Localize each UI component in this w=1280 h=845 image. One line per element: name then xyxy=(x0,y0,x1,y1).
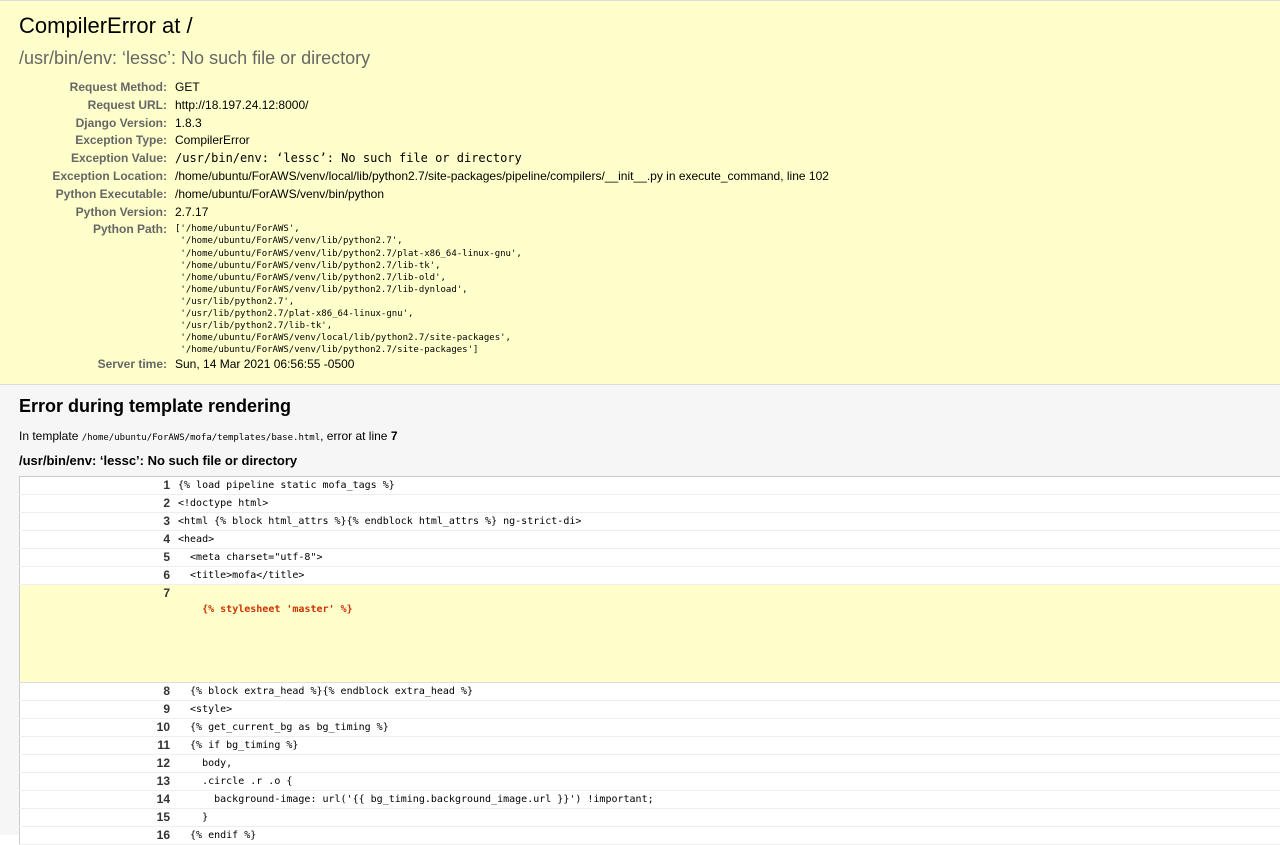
source-line: 13 .circle .r .o { xyxy=(20,773,1280,791)
line-number: 14 xyxy=(20,791,177,809)
line-number: 6 xyxy=(20,567,177,585)
line-code: <!doctype html> xyxy=(176,495,1280,513)
meta-row-exception-type: Exception Type: CompilerError xyxy=(19,132,829,150)
python-path-list: ['/home/ubuntu/ForAWS', '/home/ubuntu/Fo… xyxy=(175,223,829,356)
meta-label: Django Version: xyxy=(19,115,175,133)
line-code: background-image: url('{{ bg_timing.back… xyxy=(176,791,1280,809)
line-code: .circle .r .o { xyxy=(176,773,1280,791)
line-code: {% endif %} xyxy=(176,827,1280,845)
line-number: 10 xyxy=(20,719,177,737)
request-meta-table: Request Method: GET Request URL: http://… xyxy=(19,79,829,374)
meta-value: 2.7.17 xyxy=(175,204,829,222)
source-line: 9 <style> xyxy=(20,701,1280,719)
meta-value: Sun, 14 Mar 2021 06:56:55 -0500 xyxy=(175,356,829,374)
meta-row-exception-location: Exception Location: /home/ubuntu/ForAWS/… xyxy=(19,168,829,186)
line-number: 3 xyxy=(20,513,177,531)
meta-row-python-path: Python Path: ['/home/ubuntu/ForAWS', '/h… xyxy=(19,221,829,356)
line-code: body, xyxy=(176,755,1280,773)
line-number: 11 xyxy=(20,737,177,755)
source-line: 16 {% endif %} xyxy=(20,827,1280,845)
meta-value: 1.8.3 xyxy=(175,115,829,133)
line-code: {% stylesheet 'master' %} xyxy=(176,585,1280,683)
line-number: 1 xyxy=(20,477,177,495)
line-code: } xyxy=(176,809,1280,827)
line-number: 9 xyxy=(20,701,177,719)
line-code: <head> xyxy=(176,531,1280,549)
line-code: <html {% block html_attrs %}{% endblock … xyxy=(176,513,1280,531)
meta-value: http://18.197.24.12:8000/ xyxy=(175,97,829,115)
line-code: {% load pipeline static mofa_tags %} xyxy=(176,477,1280,495)
meta-row-django-version: Django Version: 1.8.3 xyxy=(19,115,829,133)
meta-label: Exception Type: xyxy=(19,132,175,150)
line-code: {% block extra_head %}{% endblock extra_… xyxy=(176,683,1280,701)
line-code: {% if bg_timing %} xyxy=(176,737,1280,755)
source-line: 10 {% get_current_bg as bg_timing %} xyxy=(20,719,1280,737)
line-code: <title>mofa</title> xyxy=(176,567,1280,585)
meta-row-python-executable: Python Executable: /home/ubuntu/ForAWS/v… xyxy=(19,186,829,204)
source-line: 8 {% block extra_head %}{% endblock extr… xyxy=(20,683,1280,701)
line-code: <style> xyxy=(176,701,1280,719)
source-line: 5 <meta charset="utf-8"> xyxy=(20,549,1280,567)
meta-label: Python Path: xyxy=(19,221,175,356)
source-line: 2<!doctype html> xyxy=(20,495,1280,513)
line-number: 2 xyxy=(20,495,177,513)
error-title: CompilerError at / xyxy=(19,13,1261,39)
meta-row-request-url: Request URL: http://18.197.24.12:8000/ xyxy=(19,97,829,115)
line-number: 4 xyxy=(20,531,177,549)
line-number: 12 xyxy=(20,755,177,773)
template-error-intro: In template /home/ubuntu/ForAWS/mofa/tem… xyxy=(19,429,1280,443)
meta-row-exception-value: Exception Value: /usr/bin/env: ‘lessc’: … xyxy=(19,150,829,168)
source-line: 3<html {% block html_attrs %}{% endblock… xyxy=(20,513,1280,531)
meta-label: Exception Value: xyxy=(19,150,175,168)
meta-row-server-time: Server time: Sun, 14 Mar 2021 06:56:55 -… xyxy=(19,356,829,374)
intro-suffix: , error at line xyxy=(320,429,391,443)
source-line: 4<head> xyxy=(20,531,1280,549)
error-summary: CompilerError at / /usr/bin/env: ‘lessc’… xyxy=(0,0,1280,385)
line-number: 5 xyxy=(20,549,177,567)
line-code: <meta charset="utf-8"> xyxy=(176,549,1280,567)
source-line: 7 {% stylesheet 'master' %} xyxy=(20,585,1280,683)
error-line-number: 7 xyxy=(391,429,398,443)
meta-label: Python Version: xyxy=(19,204,175,222)
template-error-heading: Error during template rendering xyxy=(19,395,1280,417)
intro-prefix: In template xyxy=(19,429,82,443)
meta-label: Exception Location: xyxy=(19,168,175,186)
error-code-span: {% stylesheet 'master' %} xyxy=(202,604,353,615)
error-message: /usr/bin/env: ‘lessc’: No such file or d… xyxy=(19,47,1261,69)
line-number: 16 xyxy=(20,827,177,845)
meta-label: Server time: xyxy=(19,356,175,374)
line-number: 7 xyxy=(20,585,177,683)
template-source-table: 1{% load pipeline static mofa_tags %}2<!… xyxy=(19,476,1280,845)
line-number: 15 xyxy=(20,809,177,827)
meta-value: CompilerError xyxy=(175,132,829,150)
meta-row-python-version: Python Version: 2.7.17 xyxy=(19,204,829,222)
template-path: /home/ubuntu/ForAWS/mofa/templates/base.… xyxy=(82,433,320,443)
line-indent xyxy=(178,604,202,615)
source-line: 6 <title>mofa</title> xyxy=(20,567,1280,585)
source-line: 14 background-image: url('{{ bg_timing.b… xyxy=(20,791,1280,809)
meta-value: /usr/bin/env: ‘lessc’: No such file or d… xyxy=(175,150,829,168)
template-error-message: /usr/bin/env: ‘lessc’: No such file or d… xyxy=(19,453,1280,468)
meta-value: /home/ubuntu/ForAWS/venv/bin/python xyxy=(175,186,829,204)
template-error-section: Error during template rendering In templ… xyxy=(0,385,1280,835)
line-number: 8 xyxy=(20,683,177,701)
meta-row-request-method: Request Method: GET xyxy=(19,79,829,97)
source-line: 11 {% if bg_timing %} xyxy=(20,737,1280,755)
line-number: 13 xyxy=(20,773,177,791)
line-code: {% get_current_bg as bg_timing %} xyxy=(176,719,1280,737)
source-line: 1{% load pipeline static mofa_tags %} xyxy=(20,477,1280,495)
meta-value: GET xyxy=(175,79,829,97)
source-line: 12 body, xyxy=(20,755,1280,773)
meta-label: Request Method: xyxy=(19,79,175,97)
meta-label: Python Executable: xyxy=(19,186,175,204)
meta-label: Request URL: xyxy=(19,97,175,115)
meta-value: ['/home/ubuntu/ForAWS', '/home/ubuntu/Fo… xyxy=(175,221,829,356)
source-line: 15 } xyxy=(20,809,1280,827)
meta-value: /home/ubuntu/ForAWS/venv/local/lib/pytho… xyxy=(175,168,829,186)
